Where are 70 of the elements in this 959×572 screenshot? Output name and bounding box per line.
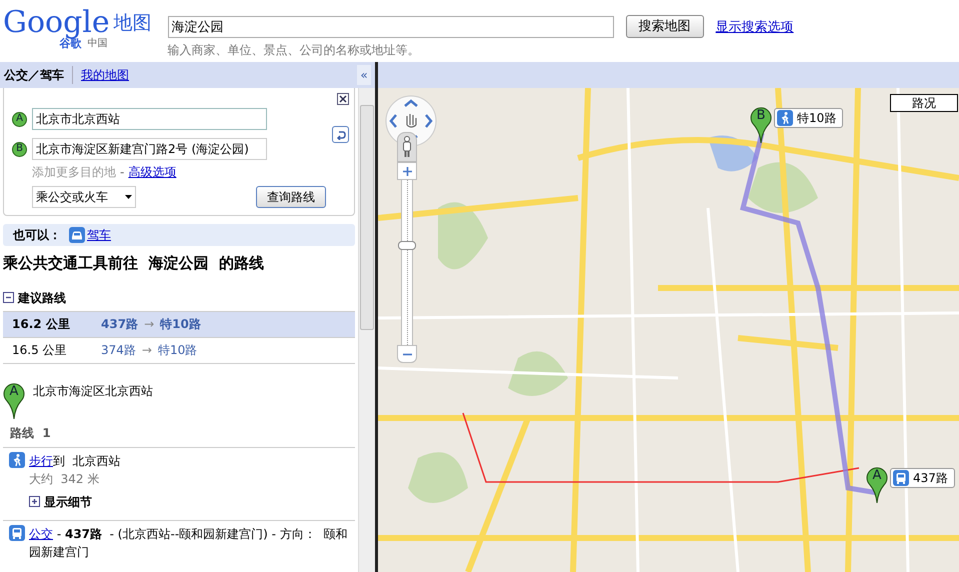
marker-badge: A	[12, 112, 27, 126]
map-pin-icon	[750, 106, 772, 144]
caret-icon	[125, 195, 132, 199]
route-bus: 374路	[101, 342, 136, 359]
sidebar-tab[interactable]: 我的地图	[81, 66, 129, 84]
end-field[interactable]: 北京市海淀区新建宫门路2号 (海淀公园)	[32, 138, 267, 160]
start-field[interactable]: 北京市北京西站	[32, 108, 267, 130]
close-button[interactable]	[337, 93, 349, 105]
plus-icon	[402, 166, 412, 176]
step-distance: 大约 342 米	[29, 470, 100, 488]
marker-badge: B	[12, 142, 27, 156]
collapse-icon[interactable]	[3, 292, 14, 303]
driving-link[interactable]: 驾车	[87, 226, 111, 244]
route-label-text: 特10路	[797, 110, 836, 127]
route-distance: 16.2 公里	[12, 316, 71, 333]
collapse-button[interactable]: «	[357, 65, 371, 85]
search-map-button[interactable]: 搜索地图	[626, 15, 704, 38]
map-pin-icon	[3, 382, 25, 420]
minus-icon	[402, 352, 412, 356]
swap-button[interactable]	[332, 126, 349, 143]
search-options-link[interactable]: 显示搜索选项	[716, 18, 794, 38]
route-arrow: →	[142, 342, 152, 359]
route-bus: 特10路	[158, 342, 198, 359]
street-view-button[interactable]	[397, 132, 417, 162]
step-mode-link[interactable]: 步行	[29, 454, 53, 468]
start-address: 北京市海淀区北京西站	[33, 382, 153, 400]
car-icon	[69, 227, 85, 243]
add-destination-text: 添加更多目的地	[32, 164, 116, 181]
zoom-in-button[interactable]	[397, 162, 417, 180]
also-label: 也可以：	[13, 227, 61, 244]
route-arrow: →	[144, 316, 154, 333]
walking-person-icon	[9, 452, 25, 468]
zoom-slider-thumb[interactable]	[398, 241, 416, 250]
map-pin-icon	[866, 466, 888, 504]
route-label-text: 437路	[913, 470, 948, 487]
route-option[interactable]: 16.5 公里 374路 → 特10路	[3, 336, 355, 362]
pin-letter: A	[8, 384, 20, 398]
logo-region: 中国	[88, 38, 108, 50]
route-option[interactable]: 16.2 公里 437路 → 特10路	[3, 310, 355, 336]
step-mode-link[interactable]: 公交	[29, 526, 53, 540]
advanced-options-link[interactable]: 高级选项	[128, 163, 176, 181]
logo-subtitle: 谷歌	[60, 38, 82, 50]
route-distance: 16.5 公里	[12, 342, 68, 359]
directions-title: 乘公共交通工具前往 海淀公园 的路线	[3, 253, 265, 274]
pin-letter: A	[872, 469, 882, 483]
travel-mode-dropdown[interactable]: 乘公交或火车	[32, 186, 136, 208]
separator-text: -	[120, 164, 124, 181]
logo-wordmark: Google	[3, 8, 110, 38]
pegman-icon	[402, 136, 412, 158]
get-directions-button[interactable]: 查询路线	[256, 186, 326, 208]
scrollbar[interactable]	[358, 88, 375, 572]
search-field[interactable]: 海淀公园	[168, 16, 614, 38]
show-details-label: 显示细节	[44, 494, 92, 510]
route-bus: 437路	[101, 316, 138, 333]
pin-letter: B	[756, 109, 766, 123]
step-text: 公交 - 437路 - (北京西站--颐和园新建宫门) - 方向： 颐和园新建宫门	[29, 526, 348, 560]
sidebar-tab[interactable]: 公交／驾车	[4, 66, 64, 84]
step-text: 步行到 北京西站	[29, 452, 121, 470]
route-number: 路线 1	[10, 424, 52, 442]
zoom-slider[interactable]	[401, 180, 413, 345]
zoom-out-button[interactable]	[397, 345, 417, 363]
close-icon	[339, 95, 347, 103]
product-name: 地图	[114, 11, 152, 36]
expand-icon[interactable]	[29, 496, 40, 507]
search-hint: 输入商家、单位、景点、公司的名称或地址等。	[168, 42, 421, 59]
bus-icon	[9, 524, 25, 540]
traffic-button[interactable]: 路况	[890, 94, 958, 112]
route-bus: 特10路	[160, 316, 201, 333]
swap-icon	[336, 130, 346, 140]
suggested-routes-label: 建议路线	[18, 290, 66, 306]
